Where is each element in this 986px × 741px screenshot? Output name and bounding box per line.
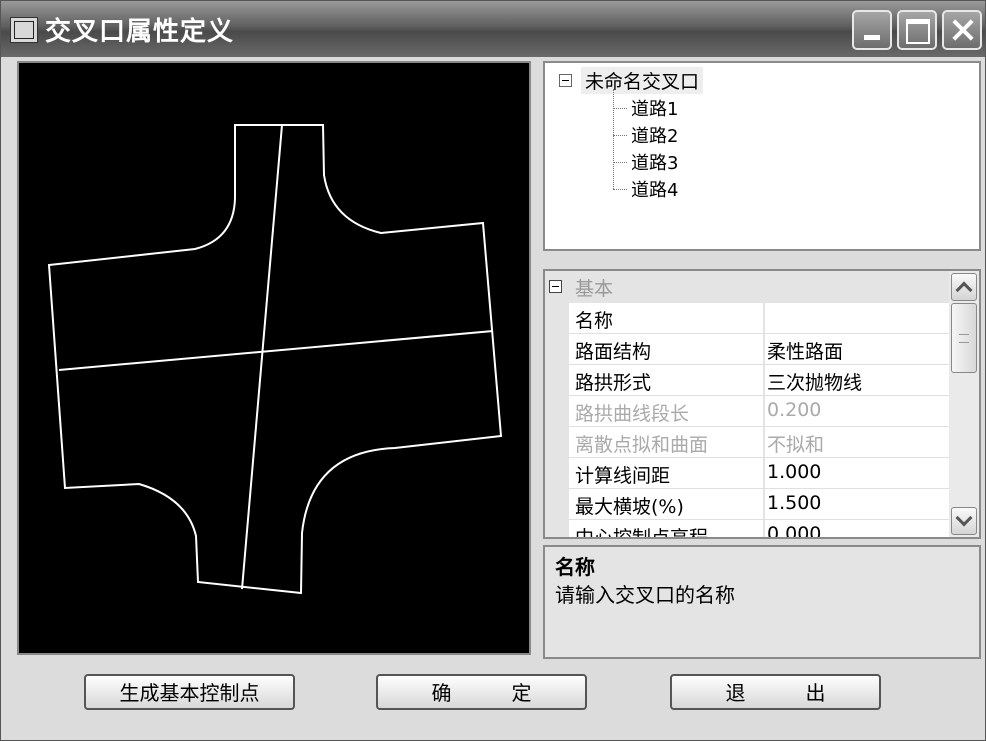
intersection-drawing <box>47 124 503 595</box>
property-row-crown-type[interactable]: 路拱形式 三次抛物线 <box>545 365 949 396</box>
property-row-line-spacing[interactable]: 计算线间距 1.000 <box>545 458 949 489</box>
property-grid: 基本 名称 路面结构 柔性路面 路拱形式 三次抛物线 路拱曲线段长 0.200 离散点… <box>543 269 981 539</box>
exit-button[interactable]: 退 出 <box>670 674 881 710</box>
property-row-center-elevation[interactable]: 中心控制点高程 0.000 <box>545 520 949 537</box>
property-row-crown-length: 路拱曲线段长 0.200 <box>545 396 949 427</box>
property-row-surface-fit: 离散点拟和曲面 不拟和 <box>545 427 949 458</box>
tree-connector <box>613 89 614 189</box>
window-title: 交叉口属性定义 <box>45 17 235 47</box>
centerline-horizontal <box>58 330 494 371</box>
scroll-down-icon[interactable] <box>951 507 977 535</box>
minimize-button[interactable] <box>852 10 892 50</box>
centerline-vertical <box>241 124 283 590</box>
app-icon[interactable] <box>10 17 38 43</box>
description-text: 请输入交叉口的名称 <box>555 583 735 607</box>
intersection-preview[interactable] <box>17 61 531 655</box>
collapse-icon[interactable] <box>549 280 562 293</box>
property-row-max-slope[interactable]: 最大横坡(%) 1.500 <box>545 489 949 520</box>
dialog-window: 交叉口属性定义 未命名交叉口 道路1 道路2 道路3 道路4 基本 名称 路面结… <box>0 0 986 741</box>
property-row-name[interactable]: 名称 <box>545 303 949 334</box>
title-bar[interactable]: 交叉口属性定义 <box>1 1 985 57</box>
property-row-pavement[interactable]: 路面结构 柔性路面 <box>545 334 949 365</box>
ok-button[interactable]: 确 定 <box>376 674 587 710</box>
maximize-button[interactable] <box>897 10 937 50</box>
tree-root-label: 未命名交叉口 <box>581 67 704 94</box>
scroll-up-icon[interactable] <box>951 273 977 301</box>
intersection-tree: 未命名交叉口 道路1 道路2 道路3 道路4 <box>543 61 981 251</box>
generate-control-points-button[interactable]: 生成基本控制点 <box>84 674 295 710</box>
property-scrollbar[interactable] <box>949 271 979 537</box>
property-description: 名称 请输入交叉口的名称 <box>543 545 981 659</box>
close-button[interactable] <box>942 10 982 50</box>
collapse-icon[interactable] <box>559 74 572 87</box>
description-title: 名称 <box>555 555 595 579</box>
scroll-thumb[interactable] <box>951 303 977 373</box>
property-group-basic[interactable]: 基本 <box>545 271 949 303</box>
